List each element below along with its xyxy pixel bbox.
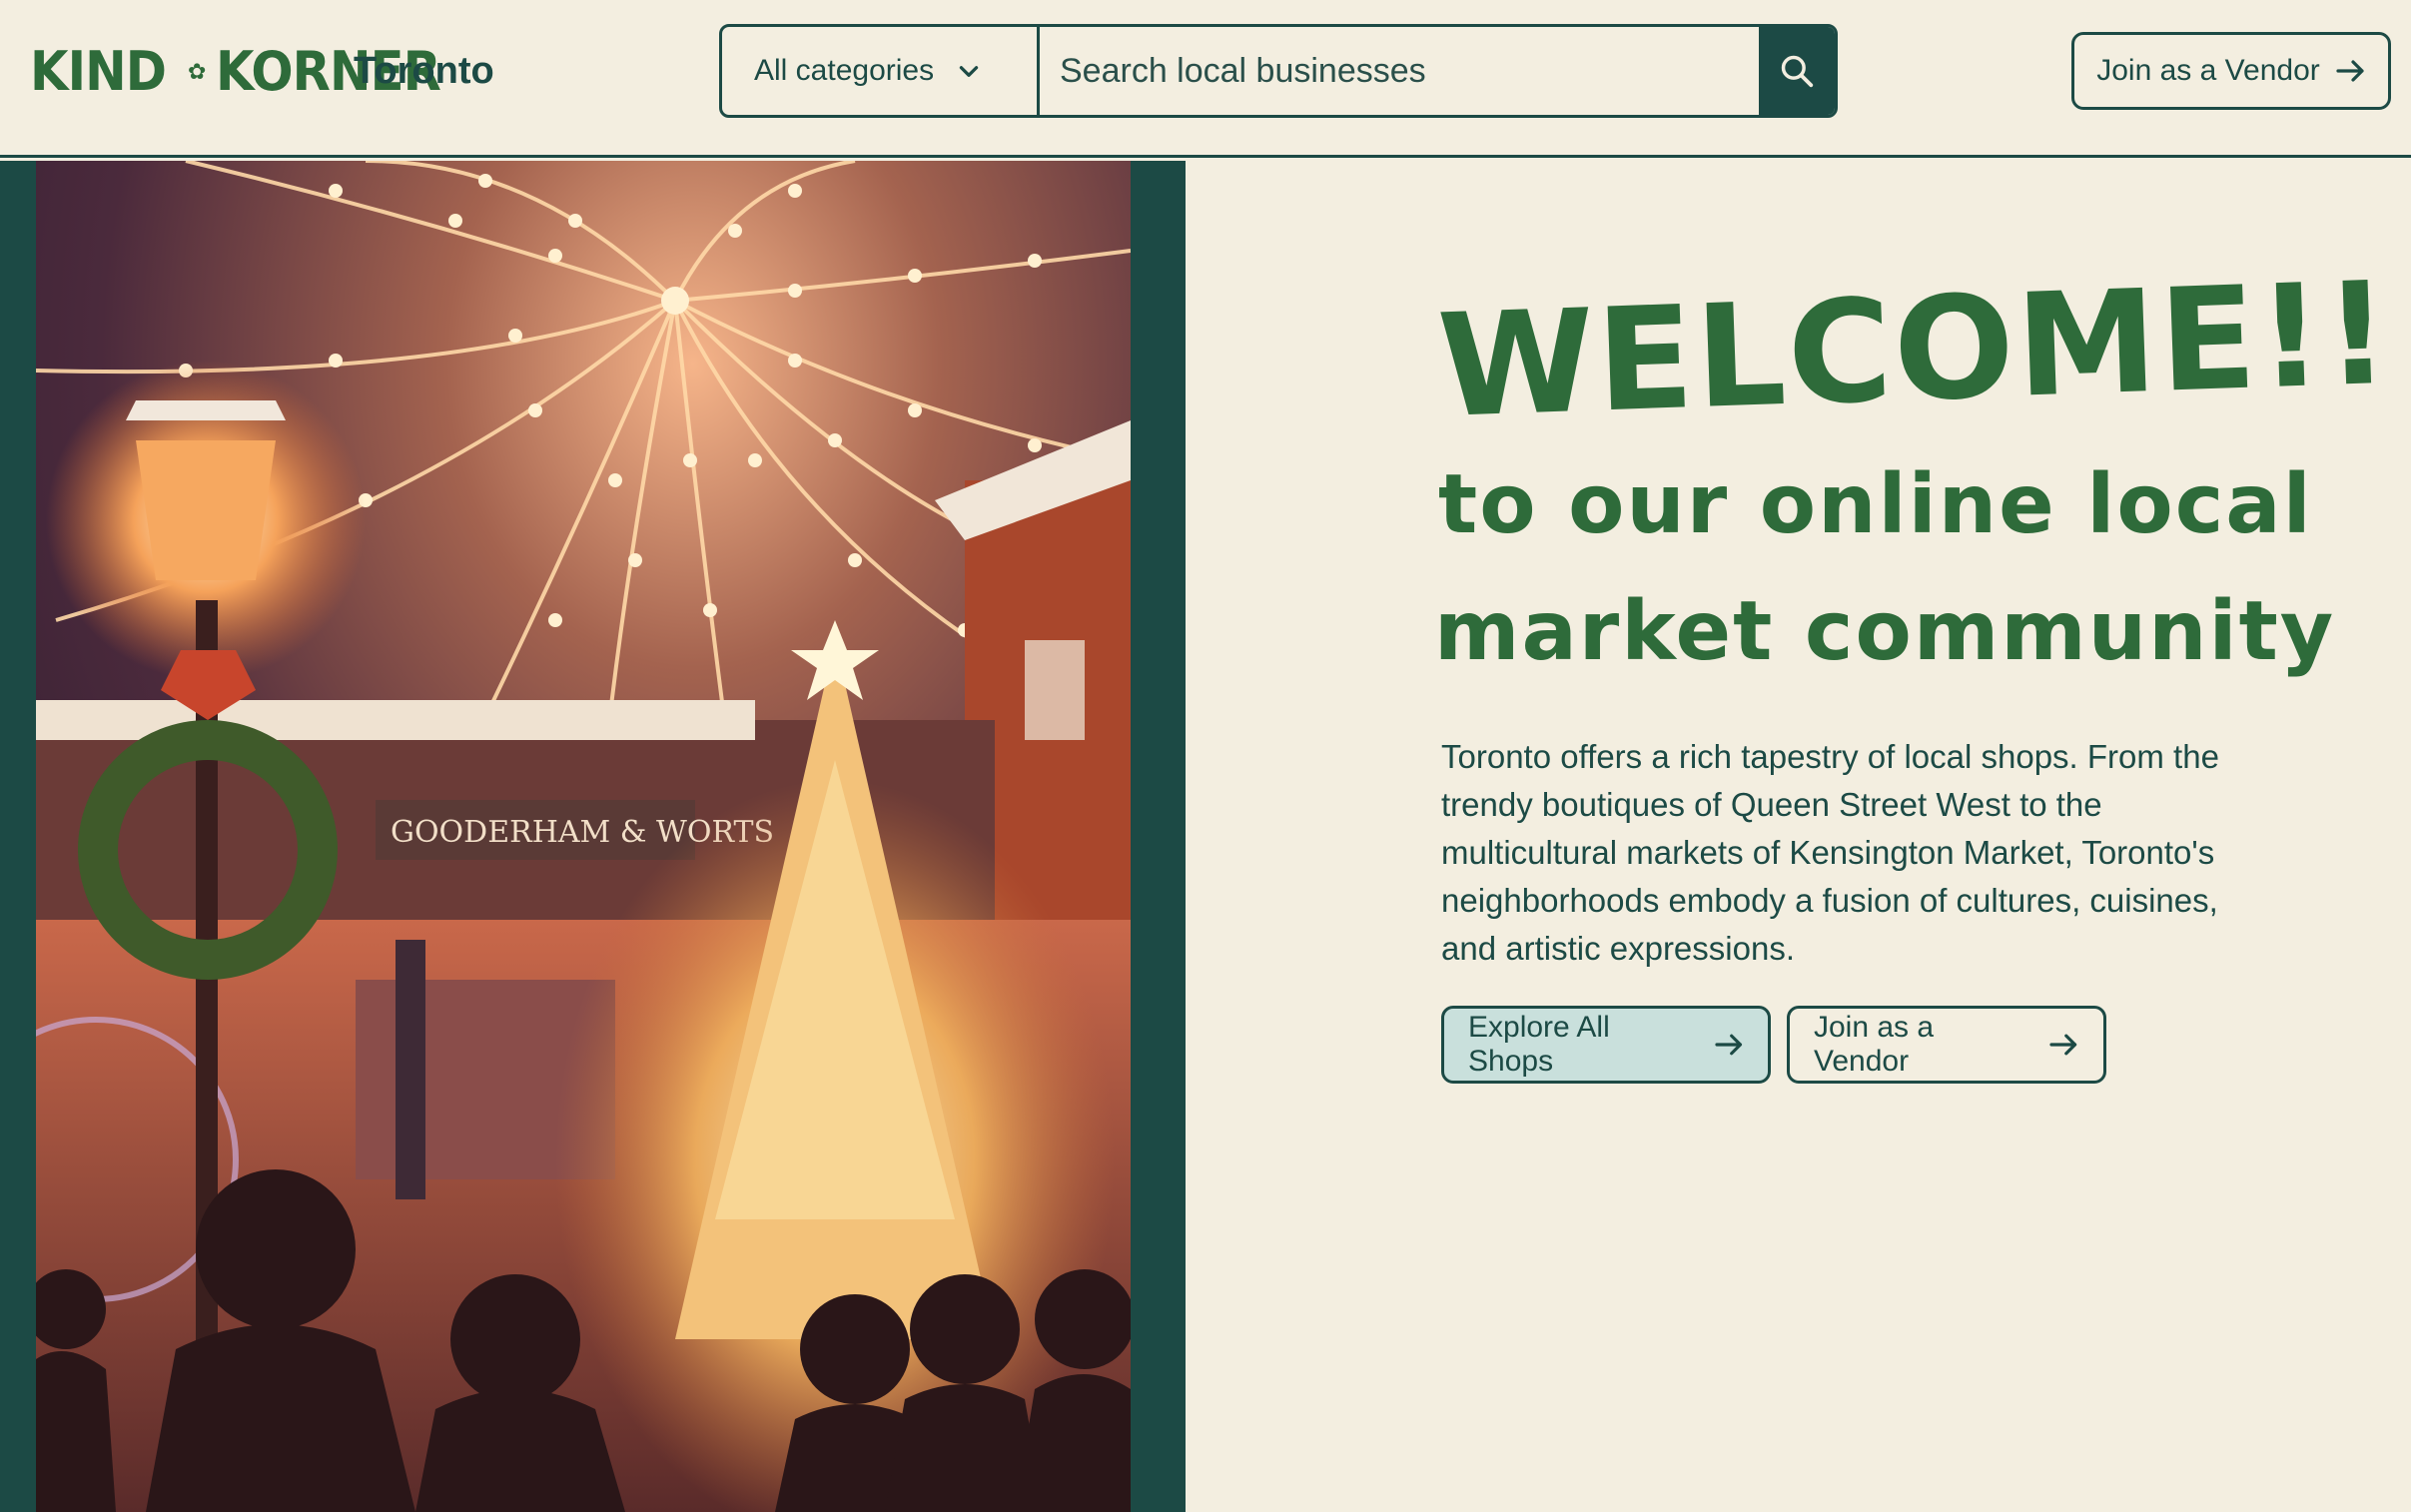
category-label: All categories bbox=[754, 54, 935, 87]
tagline-line-1: to our online local bbox=[1438, 457, 2313, 552]
hero-description: Toronto offers a rich tapestry of local … bbox=[1441, 738, 2219, 967]
arrow-right-icon bbox=[2049, 1034, 2077, 1056]
join-vendor-label: Join as a Vendor bbox=[2096, 54, 2320, 87]
logo-flower-icon: ✿ bbox=[187, 58, 207, 84]
search-input[interactable] bbox=[1040, 27, 1759, 115]
hero-cta-row: Explore All Shops Join as a Vendor bbox=[1441, 1006, 2106, 1084]
logo-text-left: KIND bbox=[30, 40, 167, 103]
city-label: Toronto bbox=[354, 50, 494, 92]
chevron-down-icon bbox=[959, 66, 979, 77]
join-vendor-button-header[interactable]: Join as a Vendor bbox=[2071, 32, 2391, 110]
arrow-right-icon bbox=[1714, 1034, 1742, 1056]
explore-all-shops-button[interactable]: Explore All Shops bbox=[1441, 1006, 1771, 1084]
hero-illustration: GOODERHAM & WORTS bbox=[36, 161, 1131, 1512]
search-button[interactable] bbox=[1759, 27, 1835, 115]
explore-all-shops-label: Explore All Shops bbox=[1468, 1011, 1610, 1078]
join-vendor-hero-label: Join as a Vendor bbox=[1814, 1011, 1935, 1078]
search-bar: All categories bbox=[719, 24, 1838, 118]
category-dropdown[interactable]: All categories bbox=[722, 27, 1040, 115]
site-header: KIND ✿ KORNER Toronto All categories Joi… bbox=[0, 0, 2411, 158]
site-logo[interactable]: KIND ✿ KORNER Toronto bbox=[30, 40, 494, 103]
tagline-line-2: market community bbox=[1434, 584, 2336, 679]
search-icon bbox=[1781, 55, 1814, 88]
welcome-heading: WELCOME!! bbox=[1435, 251, 2395, 449]
join-vendor-button-hero[interactable]: Join as a Vendor bbox=[1787, 1006, 2106, 1084]
arrow-right-icon bbox=[2336, 60, 2364, 82]
